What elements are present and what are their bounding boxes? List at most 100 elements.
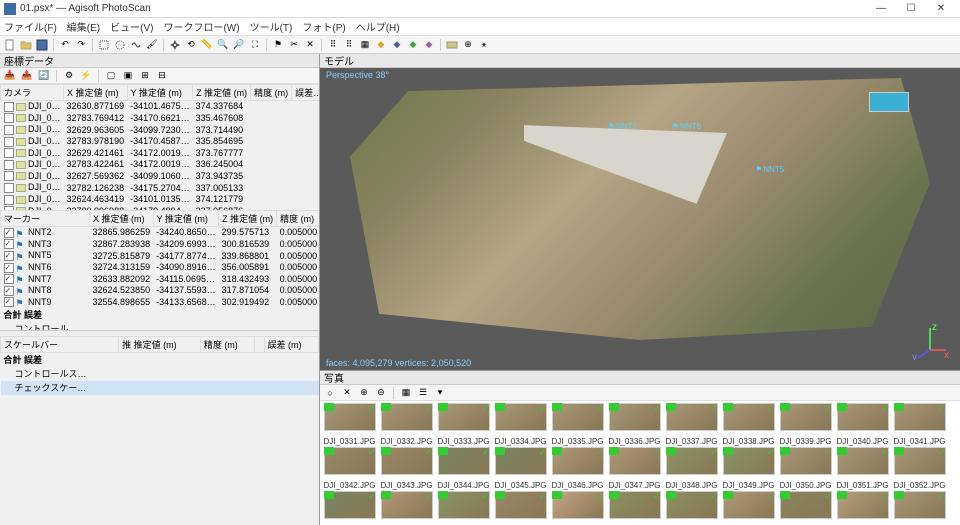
marker-row[interactable]: NNT832624.523850-34137.5593…317.8710540.…	[1, 285, 320, 297]
import-icon[interactable]: 📥	[3, 69, 17, 83]
view2-icon[interactable]: ▣	[121, 69, 135, 83]
view1-icon[interactable]: ▢	[104, 69, 118, 83]
photo-item[interactable]: ✓DJI_0345.JPG	[493, 447, 548, 490]
model-viewport[interactable]: Perspective 38° NNT7NNT6NNT5 faces: 4,09…	[320, 68, 960, 370]
photo-item[interactable]: ✓DJI_0360.JPG	[721, 491, 776, 525]
photo-remove-icon[interactable]: ✕	[340, 386, 354, 400]
solid-icon[interactable]: ◆	[374, 38, 388, 52]
photo-dropdown-icon[interactable]: ▾	[433, 386, 447, 400]
marker-row[interactable]: NNT932554.898655-34133.6568…302.9194920.…	[1, 296, 320, 308]
minimize-button[interactable]: —	[866, 0, 896, 18]
col-header[interactable]: 誤差… 推…	[292, 85, 319, 101]
photo-item[interactable]: ✓DJI_0343.JPG	[379, 447, 434, 490]
photo-item[interactable]: ✓DJI_0334.JPG	[493, 403, 548, 446]
markers-table[interactable]: マーカーX 推定値 (m)Y 推定値 (m)Z 推定値 (m)精度 (m)誤差 …	[0, 210, 319, 330]
photo-item[interactable]: ✓DJI_0354.JPG	[379, 491, 434, 525]
menu-ファイル(F)[interactable]: ファイル(F)	[4, 19, 57, 34]
settings-icon[interactable]: ⚙	[62, 69, 76, 83]
marker-row[interactable]: NNT732633.882092-34115.0695…318.4324930.…	[1, 273, 320, 285]
photo-item[interactable]: ✓DJI_0349.JPG	[721, 447, 776, 490]
col-header[interactable]: Z 推定値 (m)	[193, 85, 251, 101]
photo-item[interactable]: ✓DJI_0332.JPG	[379, 403, 434, 446]
nav-icon[interactable]	[168, 38, 182, 52]
zoom-out-icon[interactable]: 🔎	[232, 38, 246, 52]
col-header[interactable]: 精度 (m)	[200, 337, 254, 353]
menu-ビュー(V)[interactable]: ビュー(V)	[110, 19, 153, 34]
photo-item[interactable]: ✓DJI_0339.JPG	[778, 403, 833, 446]
export-icon[interactable]: 📤	[20, 69, 34, 83]
save-icon[interactable]	[35, 38, 49, 52]
photo-item[interactable]: ✓DJI_0333.JPG	[436, 403, 491, 446]
select-free-icon[interactable]	[129, 38, 143, 52]
camera-row[interactable]: DJI_0…32630.877169-34101.4675…374.337684	[1, 101, 320, 113]
axis-icon[interactable]: ⚹	[477, 38, 491, 52]
col-header[interactable]: Z 推定値 (m)	[219, 211, 277, 227]
col-header[interactable]: X 推定値 (m)	[90, 211, 154, 227]
col-header[interactable]: マーカー	[1, 211, 90, 227]
photo-item[interactable]: ✓DJI_0331.JPG	[322, 403, 377, 446]
new-icon[interactable]	[3, 38, 17, 52]
dots2-icon[interactable]: ⠿	[342, 38, 356, 52]
marker-icon[interactable]: ⚑	[271, 38, 285, 52]
camera-row[interactable]: DJI_0…32783.422461-34172.0019…336.245004	[1, 159, 320, 171]
photo-item[interactable]: ✓DJI_0355.JPG	[436, 491, 491, 525]
col-header[interactable]: Y 推定値 (m)	[153, 211, 219, 227]
photo-item[interactable]: ✓DJI_0362.JPG	[835, 491, 890, 525]
select-rect-icon[interactable]	[97, 38, 111, 52]
rotate-icon[interactable]: ⟲	[184, 38, 198, 52]
zoom-in-icon[interactable]: 🔍	[216, 38, 230, 52]
camera-row[interactable]: DJI_0…32783.978190-34170.4587…335.854695	[1, 135, 320, 147]
photo-item[interactable]: ✓DJI_0340.JPG	[835, 403, 890, 446]
photo-item[interactable]: ✓DJI_0357.JPG	[550, 491, 605, 525]
photo-item[interactable]: ✓DJI_0359.JPG	[664, 491, 719, 525]
photo-item[interactable]: ✓DJI_0348.JPG	[664, 447, 719, 490]
convert-icon[interactable]: 🔄	[37, 69, 51, 83]
shade-icon[interactable]: ◆	[406, 38, 420, 52]
menu-ツール(T)[interactable]: ツール(T)	[250, 19, 293, 34]
photo-item[interactable]: ✓DJI_0338.JPG	[721, 403, 776, 446]
col-header[interactable]: カメラ	[1, 85, 64, 101]
photo-item[interactable]: ✓DJI_0351.JPG	[835, 447, 890, 490]
grid-icon[interactable]: ▦	[358, 38, 372, 52]
camera-row[interactable]: DJI_0…32629.963605-34099.7230…373.714490	[1, 124, 320, 136]
col-header[interactable]: Y 推定値 (m)	[127, 85, 193, 101]
photo-list-icon[interactable]: ☰	[416, 386, 430, 400]
axis-gizmo[interactable]: z x y	[910, 320, 950, 360]
cam-icon[interactable]	[445, 38, 459, 52]
menu-編集(E)[interactable]: 編集(E)	[67, 19, 100, 34]
photo-item[interactable]: ✓DJI_0347.JPG	[607, 447, 662, 490]
col-header[interactable]: 精度 (m)	[277, 211, 319, 227]
col-header[interactable]: 誤差 (m)	[264, 337, 318, 353]
camera-row[interactable]: DJI_0…32783.769412-34170.6621…335.467608	[1, 112, 320, 124]
delete-icon[interactable]: ✕	[303, 38, 317, 52]
open-icon[interactable]	[19, 38, 33, 52]
paint-icon[interactable]: 🖌	[145, 38, 159, 52]
menu-フォト(P)[interactable]: フォト(P)	[302, 19, 345, 34]
marker-row[interactable]: NNT632724.313159-34090.8916…356.0058910.…	[1, 261, 320, 273]
photo-item[interactable]: ✓DJI_0337.JPG	[664, 403, 719, 446]
photo-enable-icon[interactable]: ⊕	[357, 386, 371, 400]
photo-item[interactable]: ✓DJI_0352.JPG	[892, 447, 947, 490]
ruler-icon[interactable]: 📏	[200, 38, 214, 52]
photo-item[interactable]: ✓DJI_0346.JPG	[550, 447, 605, 490]
redo-icon[interactable]: ↷	[74, 38, 88, 52]
photo-item[interactable]: ✓DJI_0336.JPG	[607, 403, 662, 446]
camera-row[interactable]: DJI_0…32627.569362-34099.1060…373.943735	[1, 170, 320, 182]
marker-row[interactable]: NNT332867.283938-34209.6993…300.8165390.…	[1, 238, 320, 250]
view3-icon[interactable]: ⊞	[138, 69, 152, 83]
scalebar-table[interactable]: スケールバー推 推定値 (m)精度 (m)誤差 (m)合計 誤差コントロールス……	[0, 336, 319, 525]
cameras-table[interactable]: カメラX 推定値 (m)Y 推定値 (m)Z 推定値 (m)精度 (m)誤差… …	[0, 84, 319, 210]
target-icon[interactable]: ⊕	[461, 38, 475, 52]
photos-grid[interactable]: ✓DJI_0331.JPG✓DJI_0332.JPG✓DJI_0333.JPG✓…	[320, 401, 960, 525]
photo-disable-icon[interactable]: ⊖	[374, 386, 388, 400]
col-header[interactable]: X 推定値 (m)	[64, 85, 128, 101]
menu-ヘルプ(H)[interactable]: ヘルプ(H)	[356, 19, 400, 34]
check-row[interactable]: チェックスケー…	[1, 381, 319, 395]
photo-item[interactable]: ✓DJI_0363.JPG	[892, 491, 947, 525]
fit-icon[interactable]: ⛶	[248, 38, 262, 52]
photo-item[interactable]: ✓DJI_0353.JPG	[322, 491, 377, 525]
dots1-icon[interactable]: ⠿	[326, 38, 340, 52]
viewport-marker[interactable]: NNT7	[608, 122, 637, 131]
col-header[interactable]: 推 推定値 (m)	[119, 337, 201, 353]
close-button[interactable]: ✕	[926, 0, 956, 18]
